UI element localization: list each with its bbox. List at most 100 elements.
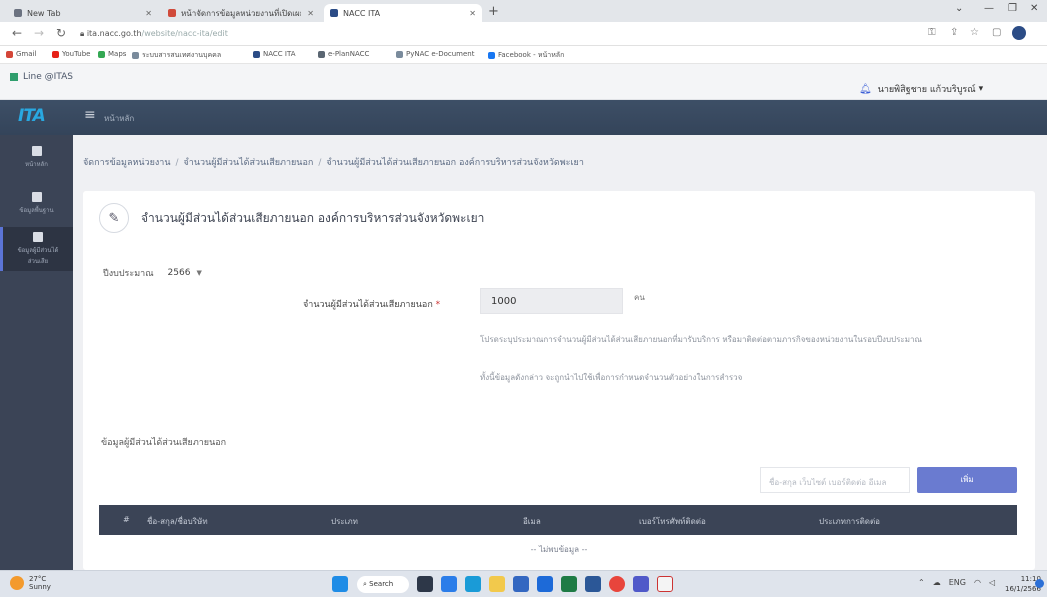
tab-label: NACC ITA bbox=[343, 8, 381, 18]
table-header-cell[interactable]: ประเภท bbox=[331, 515, 358, 528]
tab-label: หน้าจัดการข้อมูลหน่วยงานที่เปิดเผย bbox=[181, 8, 301, 18]
back-icon[interactable]: ← bbox=[12, 26, 22, 40]
sidebar: หน้าหลัก ข้อมูลพื้นฐาน ข้อมูลผู้มีส่วนได… bbox=[0, 135, 73, 570]
bookmark-edoc[interactable]: PyNAC e-Document bbox=[396, 50, 474, 58]
mail-icon[interactable] bbox=[537, 576, 553, 592]
new-tab-button[interactable]: + bbox=[488, 4, 499, 19]
language-indicator[interactable]: ENG bbox=[949, 578, 966, 587]
pencil-icon: ✎ bbox=[99, 203, 129, 233]
excel-icon[interactable] bbox=[561, 576, 577, 592]
profile-avatar[interactable] bbox=[1012, 26, 1026, 40]
close-icon[interactable]: ✕ bbox=[145, 9, 152, 18]
acrobat-icon[interactable] bbox=[657, 576, 673, 592]
help-text-1: โปรดระบุประมาณการจำนวนผู้มีส่วนได้ส่วนเส… bbox=[480, 335, 922, 344]
star-icon[interactable]: ☆ bbox=[970, 27, 979, 38]
browser-tab-bar: New Tab ✕ หน้าจัดการข้อมูลหน่วยงานที่เปิ… bbox=[0, 0, 1047, 22]
restore-icon[interactable]: ❐ bbox=[1008, 3, 1017, 14]
chevron-up-icon[interactable]: ⌃ bbox=[918, 578, 925, 587]
browser-tab-1[interactable]: New Tab ✕ bbox=[8, 4, 158, 22]
year-select[interactable]: 2566 ▼ bbox=[168, 268, 202, 278]
bookmark-gmail[interactable]: Gmail bbox=[6, 50, 36, 58]
breadcrumb-item-2[interactable]: จำนวนผู้มีส่วนได้ส่วนเสียภายนอก bbox=[184, 158, 314, 168]
cloud-icon[interactable]: ☁ bbox=[933, 578, 941, 587]
app-name: หน้าหลัก bbox=[104, 114, 135, 123]
edge-icon[interactable] bbox=[465, 576, 481, 592]
stakeholder-count-label: จำนวนผู้มีส่วนได้ส่วนเสียภายนอก * bbox=[303, 300, 441, 310]
table-header-cell[interactable]: ประเภทการติดต่อ bbox=[819, 515, 880, 528]
window-close-icon[interactable]: ✕ bbox=[1030, 3, 1038, 14]
sidebar-item-home[interactable]: หน้าหลัก bbox=[0, 135, 73, 179]
add-button[interactable]: เพิ่ม bbox=[917, 467, 1017, 493]
bookmark-youtube[interactable]: YouTube bbox=[52, 50, 90, 58]
bookmark-maps[interactable]: Maps bbox=[98, 50, 126, 58]
sidebar-item-stakeholders[interactable]: ข้อมูลผู้มีส่วนได้ ส่วนเสีย bbox=[0, 227, 73, 271]
forward-icon[interactable]: → bbox=[34, 26, 44, 40]
bookmark-facebook[interactable]: Facebook - หน้าหลัก bbox=[488, 50, 564, 61]
year-row: ปีงบประมาณ 2566 ▼ bbox=[103, 266, 202, 280]
sidepanel-icon[interactable]: ▢ bbox=[992, 27, 1001, 38]
url-field[interactable]: 🔒︎ ita.nacc.go.th/website/nacc-ita/edit bbox=[80, 29, 228, 39]
table-header-cell: # bbox=[123, 515, 130, 524]
site-logo[interactable]: Line @ITAS bbox=[10, 72, 73, 82]
tab-favicon-icon bbox=[168, 9, 176, 17]
user-name: นายพิสิฐชาย แก้วบริบูรณ์ bbox=[877, 85, 976, 95]
line-icon bbox=[10, 73, 18, 81]
table-header: # ชื่อ-สกุล/ชื่อบริษัท ประเภท อีเมล เบอร… bbox=[99, 505, 1017, 535]
browser-tab-3[interactable]: NACC ITA ✕ bbox=[324, 4, 482, 22]
help-text-2: ทั้งนี้ข้อมูลดังกล่าว จะถูกนำไปใช้เพื่อก… bbox=[480, 373, 743, 382]
user-menu[interactable]: 🔔︎ นายพิสิฐชาย แก้วบริบูรณ์ ▾ bbox=[859, 82, 983, 96]
main-content: จัดการข้อมูลหน่วยงาน / จำนวนผู้มีส่วนได้ส่… bbox=[73, 135, 1047, 570]
hamburger-menu-icon[interactable]: ≡ bbox=[84, 107, 96, 123]
wifi-icon[interactable]: ◠ bbox=[974, 578, 981, 587]
browser-tab-2[interactable]: หน้าจัดการข้อมูลหน่วยงานที่เปิดเผย ✕ bbox=[162, 4, 320, 22]
store-icon[interactable] bbox=[513, 576, 529, 592]
close-icon[interactable]: ✕ bbox=[469, 9, 476, 18]
notification-icon[interactable] bbox=[1035, 579, 1044, 588]
file-explorer-icon[interactable] bbox=[489, 576, 505, 592]
key-icon[interactable]: ⚿ bbox=[928, 27, 936, 38]
tab-favicon-icon bbox=[14, 9, 22, 17]
gmail-icon bbox=[6, 50, 13, 58]
chevron-down-icon[interactable]: ⌄ bbox=[955, 3, 963, 14]
weather-widget[interactable]: 27°C Sunny bbox=[10, 575, 51, 591]
volume-icon[interactable]: ◁ bbox=[989, 578, 995, 587]
tab-label: New Tab bbox=[27, 8, 61, 18]
bookmark-icon bbox=[318, 50, 325, 58]
document-icon bbox=[33, 232, 43, 242]
lock-icon: 🔒︎ bbox=[80, 29, 87, 38]
stakeholder-count-input[interactable]: 1000 bbox=[480, 288, 623, 314]
maps-icon bbox=[98, 50, 105, 58]
chrome-icon[interactable] bbox=[609, 576, 625, 592]
sidebar-item-basic-info[interactable]: ข้อมูลพื้นฐาน bbox=[0, 181, 73, 225]
title-row: ✎ จำนวนผู้มีส่วนได้ส่วนเสียภายนอก องค์กา… bbox=[99, 203, 484, 233]
tab-favicon-icon bbox=[330, 9, 338, 17]
breadcrumb-item-1[interactable]: จัดการข้อมูลหน่วยงาน bbox=[83, 158, 170, 168]
table-header-cell[interactable]: เบอร์โทรศัพท์ติดต่อ bbox=[639, 515, 706, 528]
section-title: ข้อมูลผู้มีส่วนได้ส่วนเสียภายนอก bbox=[101, 438, 227, 448]
page-title: จำนวนผู้มีส่วนได้ส่วนเสียภายนอก องค์การบ… bbox=[141, 210, 485, 225]
reload-icon[interactable]: ↻ bbox=[56, 26, 66, 40]
close-icon[interactable]: ✕ bbox=[307, 9, 314, 18]
bookmark-eplan[interactable]: e-PlanNACC bbox=[318, 50, 369, 58]
search-input[interactable]: ชื่อ-สกุล เว็บไซต์ เบอร์ติดต่อ อีเมล bbox=[760, 467, 910, 493]
chat-icon[interactable] bbox=[441, 576, 457, 592]
chevron-down-icon: ▼ bbox=[196, 269, 202, 277]
windows-start-icon[interactable] bbox=[332, 576, 348, 592]
taskbar-search[interactable]: ⌕ Search bbox=[357, 576, 409, 593]
bell-icon[interactable]: 🔔︎ bbox=[859, 84, 872, 95]
table-header-cell[interactable]: ชื่อ-สกุล/ชื่อบริษัท bbox=[147, 515, 208, 528]
bookmark-icon bbox=[396, 50, 403, 58]
site-top-bar: Line @ITAS 🔔︎ นายพิสิฐชาย แก้วบริบูรณ์ ▾ bbox=[0, 64, 1047, 100]
bookmark-nacc-ita[interactable]: NACC ITA bbox=[253, 50, 296, 58]
share-icon[interactable]: ⇪ bbox=[950, 27, 958, 38]
task-view-icon[interactable] bbox=[417, 576, 433, 592]
url-host: ita.nacc.go.th bbox=[86, 29, 142, 38]
teams-icon[interactable] bbox=[633, 576, 649, 592]
minimize-icon[interactable]: — bbox=[984, 3, 994, 14]
breadcrumb: จัดการข้อมูลหน่วยงาน / จำนวนผู้มีส่วนได้ส่… bbox=[83, 158, 584, 168]
app-logo[interactable]: ITA bbox=[18, 106, 46, 126]
table-header-cell[interactable]: อีเมล bbox=[523, 515, 541, 528]
bookmark-hr[interactable]: ระบบสารสนเทศงานบุคคล bbox=[132, 50, 221, 61]
system-tray: ⌃ ☁ ENG ◠ ◁ bbox=[918, 578, 1003, 587]
word-icon[interactable] bbox=[585, 576, 601, 592]
